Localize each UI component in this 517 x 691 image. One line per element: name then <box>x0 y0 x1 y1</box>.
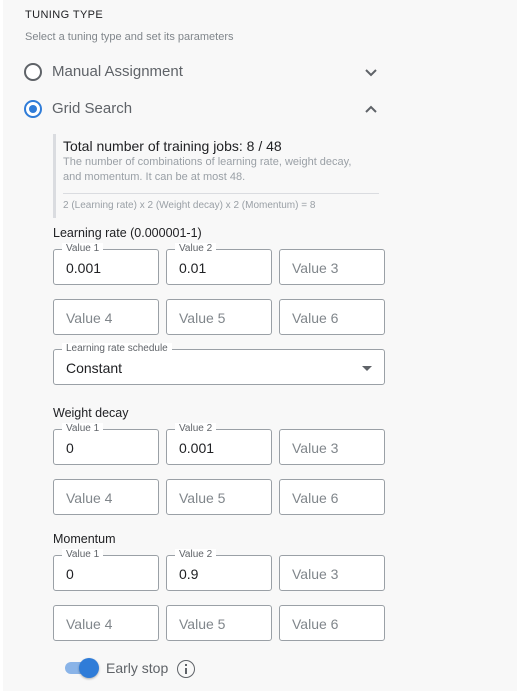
field-label: Value 2 <box>175 549 217 561</box>
field-value: 0 <box>66 440 74 456</box>
momentum-value-3-field[interactable]: Value 3 <box>279 555 385 591</box>
weight-decay-label: Weight decay <box>53 406 129 420</box>
momentum-value-1-field[interactable]: Value 1 0 <box>53 549 159 591</box>
field-placeholder: Value 5 <box>179 616 226 632</box>
weight-decay-value-4-field[interactable]: Value 4 <box>53 479 159 515</box>
field-placeholder: Value 6 <box>292 490 339 506</box>
learning-rate-label: Learning rate (0.000001-1) <box>53 226 202 240</box>
training-jobs-description-line1: The number of combinations of learning r… <box>63 156 352 168</box>
learning-rate-value-2-field[interactable]: Value 2 0.01 <box>166 243 272 285</box>
training-jobs-summary: Total number of training jobs: 8 / 48 Th… <box>53 134 379 218</box>
panel-left-edge <box>0 0 3 691</box>
training-jobs-formula: 2 (Learning rate) x 2 (Weight decay) x 2… <box>63 200 316 211</box>
field-value: 0 <box>66 566 74 582</box>
field-placeholder: Value 5 <box>179 310 226 326</box>
dropdown-arrow-icon[interactable] <box>362 366 372 371</box>
early-stop-label: Early stop <box>106 660 169 676</box>
weight-decay-value-6-field[interactable]: Value 6 <box>279 479 385 515</box>
grid-search-label: Grid Search <box>52 100 133 117</box>
weight-decay-value-3-field[interactable]: Value 3 <box>279 429 385 465</box>
option-manual-assignment[interactable]: Manual Assignment <box>24 62 384 82</box>
field-value: 0.9 <box>179 566 199 582</box>
select-value: Constant <box>66 360 123 376</box>
learning-rate-value-5-field[interactable]: Value 5 <box>166 299 272 335</box>
info-icon[interactable] <box>177 660 195 678</box>
section-subheading: Select a tuning type and set its paramet… <box>25 31 234 43</box>
learning-rate-value-3-field[interactable]: Value 3 <box>279 249 385 285</box>
learning-rate-value-1-field[interactable]: Value 1 0.001 <box>53 243 159 285</box>
field-label: Value 2 <box>175 423 217 435</box>
manual-assignment-radio[interactable] <box>24 63 42 81</box>
learning-rate-value-4-field[interactable]: Value 4 <box>53 299 159 335</box>
summary-divider <box>63 193 379 194</box>
training-jobs-total: Total number of training jobs: 8 / 48 <box>63 138 282 154</box>
field-placeholder: Value 4 <box>66 490 113 506</box>
field-label: Value 2 <box>175 243 217 255</box>
field-value: 0.001 <box>179 440 215 456</box>
field-placeholder: Value 5 <box>179 490 226 506</box>
learning-rate-value-6-field[interactable]: Value 6 <box>279 299 385 335</box>
option-grid-search[interactable]: Grid Search <box>24 99 384 119</box>
weight-decay-value-5-field[interactable]: Value 5 <box>166 479 272 515</box>
momentum-label: Momentum <box>53 532 116 546</box>
chevron-up-icon[interactable] <box>363 101 379 117</box>
chevron-down-icon[interactable] <box>363 64 379 80</box>
learning-rate-schedule-select[interactable]: Learning rate schedule Constant <box>53 343 385 385</box>
training-jobs-description-line2: and momentum. It can be at most 48. <box>63 171 246 183</box>
field-label: Value 1 <box>62 423 104 435</box>
field-label: Value 1 <box>62 549 104 561</box>
momentum-value-2-field[interactable]: Value 2 0.9 <box>166 549 272 591</box>
field-placeholder: Value 4 <box>66 310 113 326</box>
field-value: 0.001 <box>66 260 102 276</box>
section-heading: TUNING TYPE <box>25 9 104 21</box>
select-label: Learning rate schedule <box>62 343 172 355</box>
field-placeholder: Value 6 <box>292 310 339 326</box>
momentum-value-6-field[interactable]: Value 6 <box>279 605 385 641</box>
early-stop-toggle-knob[interactable] <box>79 658 99 678</box>
weight-decay-value-2-field[interactable]: Value 2 0.001 <box>166 423 272 465</box>
field-placeholder: Value 4 <box>66 616 113 632</box>
field-placeholder: Value 6 <box>292 616 339 632</box>
manual-assignment-label: Manual Assignment <box>52 63 183 80</box>
field-value: 0.01 <box>179 260 207 276</box>
grid-search-radio[interactable] <box>24 100 42 118</box>
field-label: Value 1 <box>62 243 104 255</box>
field-placeholder: Value 3 <box>292 260 339 276</box>
field-placeholder: Value 3 <box>292 440 339 456</box>
field-placeholder: Value 3 <box>292 566 339 582</box>
momentum-value-5-field[interactable]: Value 5 <box>166 605 272 641</box>
weight-decay-value-1-field[interactable]: Value 1 0 <box>53 423 159 465</box>
momentum-value-4-field[interactable]: Value 4 <box>53 605 159 641</box>
